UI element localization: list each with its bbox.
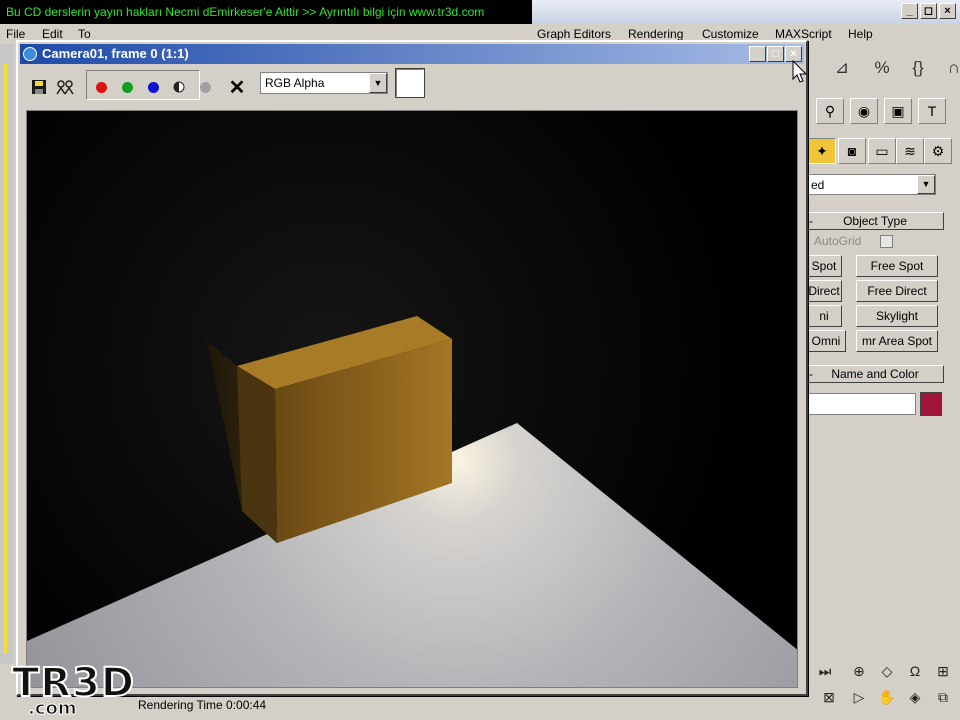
menu-edit[interactable]: Edit [42,27,63,41]
orbit-icon[interactable]: Ω [904,660,926,682]
rendered-frame-window: Camera01, frame 0 (1:1) _ □ × ✕ RGB Alph… [16,40,808,696]
autogrid-label: AutoGrid [814,234,862,248]
utilities-tab-icon[interactable]: T [918,98,946,124]
red-channel-toggle[interactable] [90,76,112,98]
rollout-collapse-icon: - [809,367,813,381]
object-type-rollout[interactable]: - Object Type [806,212,944,230]
magnet-icon[interactable]: ∩ [940,54,960,82]
min-max-toggle-icon[interactable]: ⧉ [932,686,954,708]
object-name-input[interactable] [806,393,916,415]
frame-window-titlebar[interactable]: Camera01, frame 0 (1:1) _ □ × [20,44,804,64]
menu-file[interactable]: File [6,27,25,41]
goto-end-icon[interactable]: ⏭ [814,660,836,682]
clear-icon[interactable]: ✕ [226,76,248,99]
status-bar: Rendering Time 0:00:44 [130,692,810,720]
motion-tab-icon[interactable]: ◉ [850,98,878,124]
max-app-icon [23,47,37,61]
menu-tools[interactable]: To [78,27,91,41]
display-channel-value: RGB Alpha [265,76,325,90]
app-minimize-button[interactable]: _ [901,3,918,19]
hierarchy-tab-icon[interactable]: ⚲ [816,98,844,124]
omni-button[interactable]: ni [806,305,842,327]
percent-snap-icon[interactable]: % [868,54,896,82]
frame-window-toolbar: ✕ RGB Alpha ▼ [20,66,804,106]
menu-maxscript[interactable]: MAXScript [775,27,832,41]
mr-area-omni-button[interactable]: Omni [806,330,846,352]
menu-customize[interactable]: Customize [702,27,759,41]
frame-minimize-button[interactable]: _ [749,46,766,62]
spacewarps-category-icon[interactable]: ≋ [896,138,924,164]
name-color-rollout-label: Name and Color [831,367,919,381]
monochrome-toggle-icon[interactable] [168,76,190,98]
object-color-swatch[interactable] [920,392,942,416]
viewport-left-edge [0,44,14,664]
app-window-controls: _ ◻ × [901,3,956,19]
cameras-category-icon[interactable]: ◙ [838,138,866,164]
display-channel-select[interactable]: RGB Alpha ▼ [260,72,388,94]
angle-snap-icon[interactable]: ⊿ [828,54,856,82]
rendered-scene [27,111,797,687]
pan-hand-icon[interactable]: ✋ [876,686,898,708]
target-direct-button[interactable]: Direct [806,280,842,302]
zoom-extents-icon[interactable]: ⊕ [848,660,870,682]
maximize-viewport-icon[interactable]: ⊞ [932,660,954,682]
alpha-channel-toggle[interactable] [194,76,216,98]
object-type-rollout-label: Object Type [843,214,907,228]
name-color-rollout[interactable]: - Name and Color [806,365,944,383]
light-type-dropdown[interactable]: ed ▼ [806,174,936,195]
autogrid-checkbox[interactable] [880,235,893,248]
rollout-collapse-icon: - [809,214,813,228]
skylight-button[interactable]: Skylight [856,305,938,327]
dropdown-arrow-icon: ▼ [369,73,387,93]
mr-area-spot-button[interactable]: mr Area Spot [856,330,938,352]
field-of-view-icon[interactable]: ▷ [848,686,870,708]
rendered-image [26,110,798,688]
frame-window-title: Camera01, frame 0 (1:1) [42,46,189,61]
app-close-button[interactable]: × [939,3,956,19]
menu-rendering[interactable]: Rendering [628,27,683,41]
save-bitmap-icon[interactable] [28,76,50,98]
pixel-color-swatch[interactable] [395,68,425,98]
mouse-cursor-icon [792,60,808,83]
watermark-banner: Bu CD derslerin yayın hakları Necmi dEmi… [0,0,532,24]
arc-rotate-icon[interactable]: ◈ [904,686,926,708]
green-channel-toggle[interactable] [116,76,138,98]
systems-category-icon[interactable]: ⚙ [924,138,952,164]
display-tab-icon[interactable]: ▣ [884,98,912,124]
free-direct-button[interactable]: Free Direct [856,280,938,302]
rendering-time-text: Rendering Time 0:00:44 [138,698,267,712]
clone-window-icon[interactable] [54,76,76,98]
target-spot-button[interactable]: Spot [806,255,842,277]
helpers-category-icon[interactable]: ▭ [868,138,896,164]
named-selection-icon[interactable]: {} [904,54,932,82]
zoom-all-icon[interactable]: ◇ [876,660,898,682]
lights-category-icon[interactable]: ✦ [808,138,836,164]
tr3d-logo: TR3D .com [6,659,136,720]
blue-channel-toggle[interactable] [142,76,164,98]
logo-sub-text: .com [28,698,78,720]
light-type-value: ed [811,178,825,192]
dropdown-arrow-icon: ▼ [917,175,935,194]
app-restore-button[interactable]: ◻ [920,3,937,19]
free-spot-button[interactable]: Free Spot [856,255,938,277]
frame-maximize-button[interactable]: □ [767,46,784,62]
menu-help[interactable]: Help [848,27,873,41]
key-mode-icon[interactable]: ⊠ [818,686,840,708]
menu-graph-editors[interactable]: Graph Editors [537,27,611,41]
